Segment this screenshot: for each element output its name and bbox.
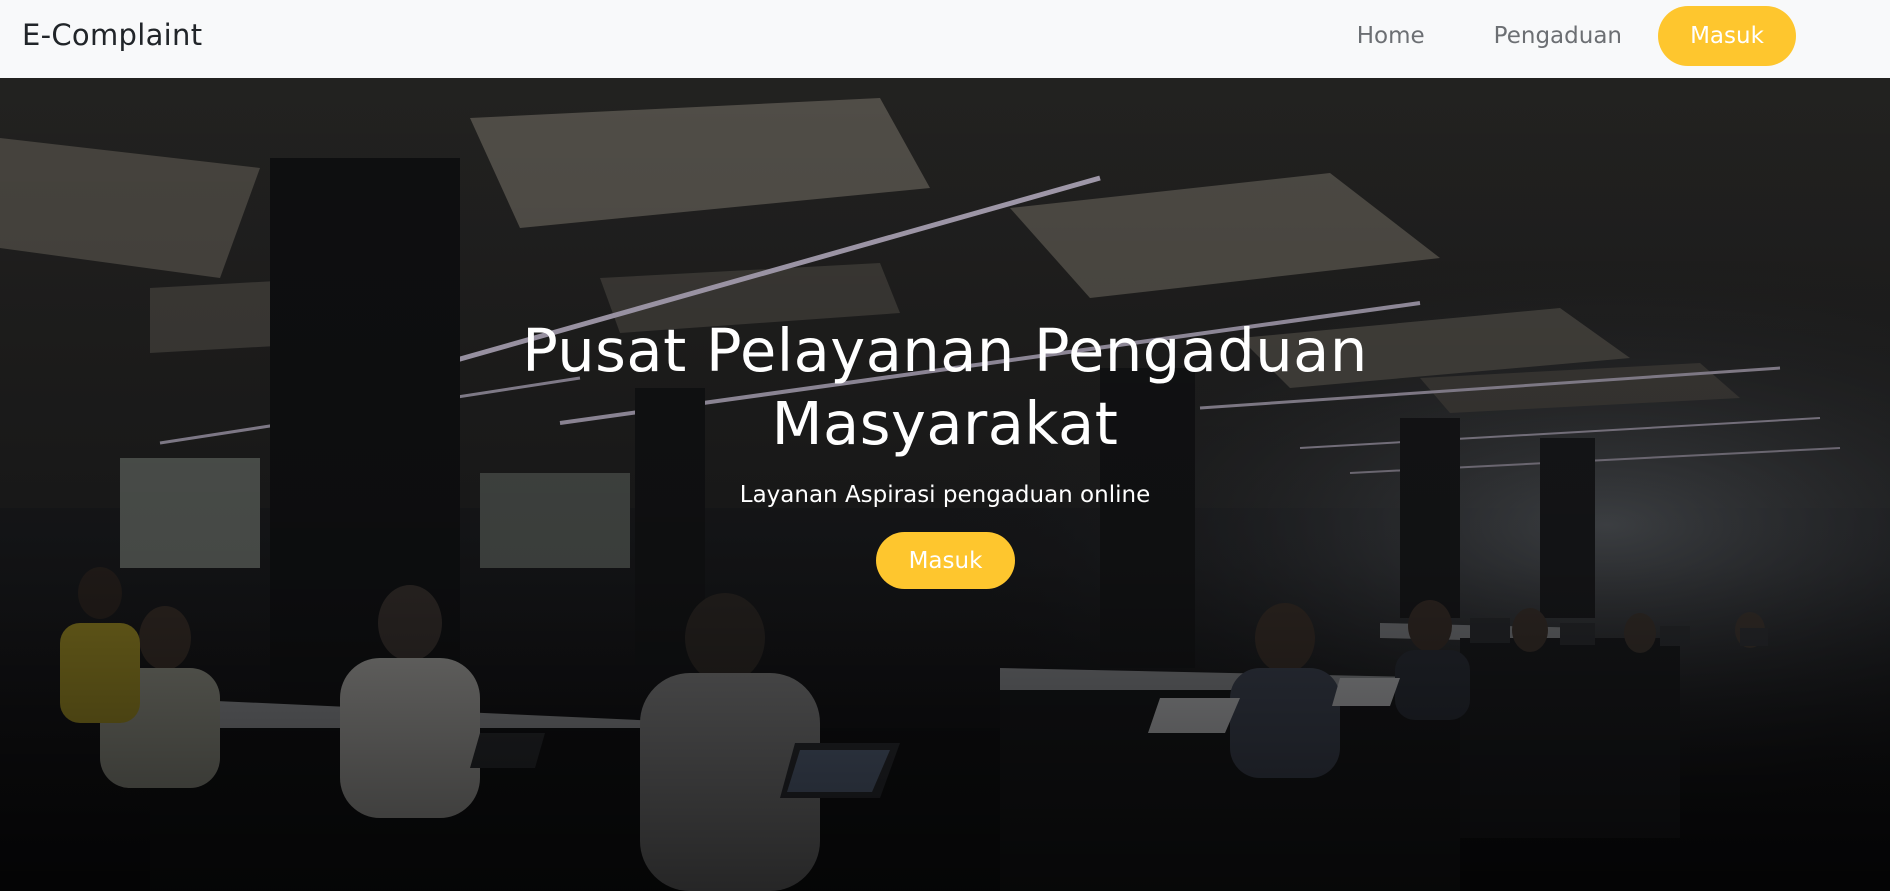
login-button[interactable]: Masuk bbox=[1658, 6, 1796, 66]
hero-content: Pusat Pelayanan Pengaduan Masyarakat Lay… bbox=[0, 78, 1890, 891]
nav-link-home[interactable]: Home bbox=[1357, 23, 1425, 49]
hero-login-button[interactable]: Masuk bbox=[876, 532, 1015, 589]
navbar: E-Complaint Home Pengaduan Masuk bbox=[0, 0, 1890, 78]
nav-link-pengaduan[interactable]: Pengaduan bbox=[1494, 23, 1622, 49]
hero-section: Pusat Pelayanan Pengaduan Masyarakat Lay… bbox=[0, 78, 1890, 891]
brand-logo[interactable]: E-Complaint bbox=[22, 18, 202, 52]
hero-subtitle: Layanan Aspirasi pengaduan online bbox=[739, 482, 1151, 508]
nav-links: Home Pengaduan Masuk bbox=[1357, 6, 1796, 66]
hero-title: Pusat Pelayanan Pengaduan Masyarakat bbox=[522, 316, 1368, 458]
